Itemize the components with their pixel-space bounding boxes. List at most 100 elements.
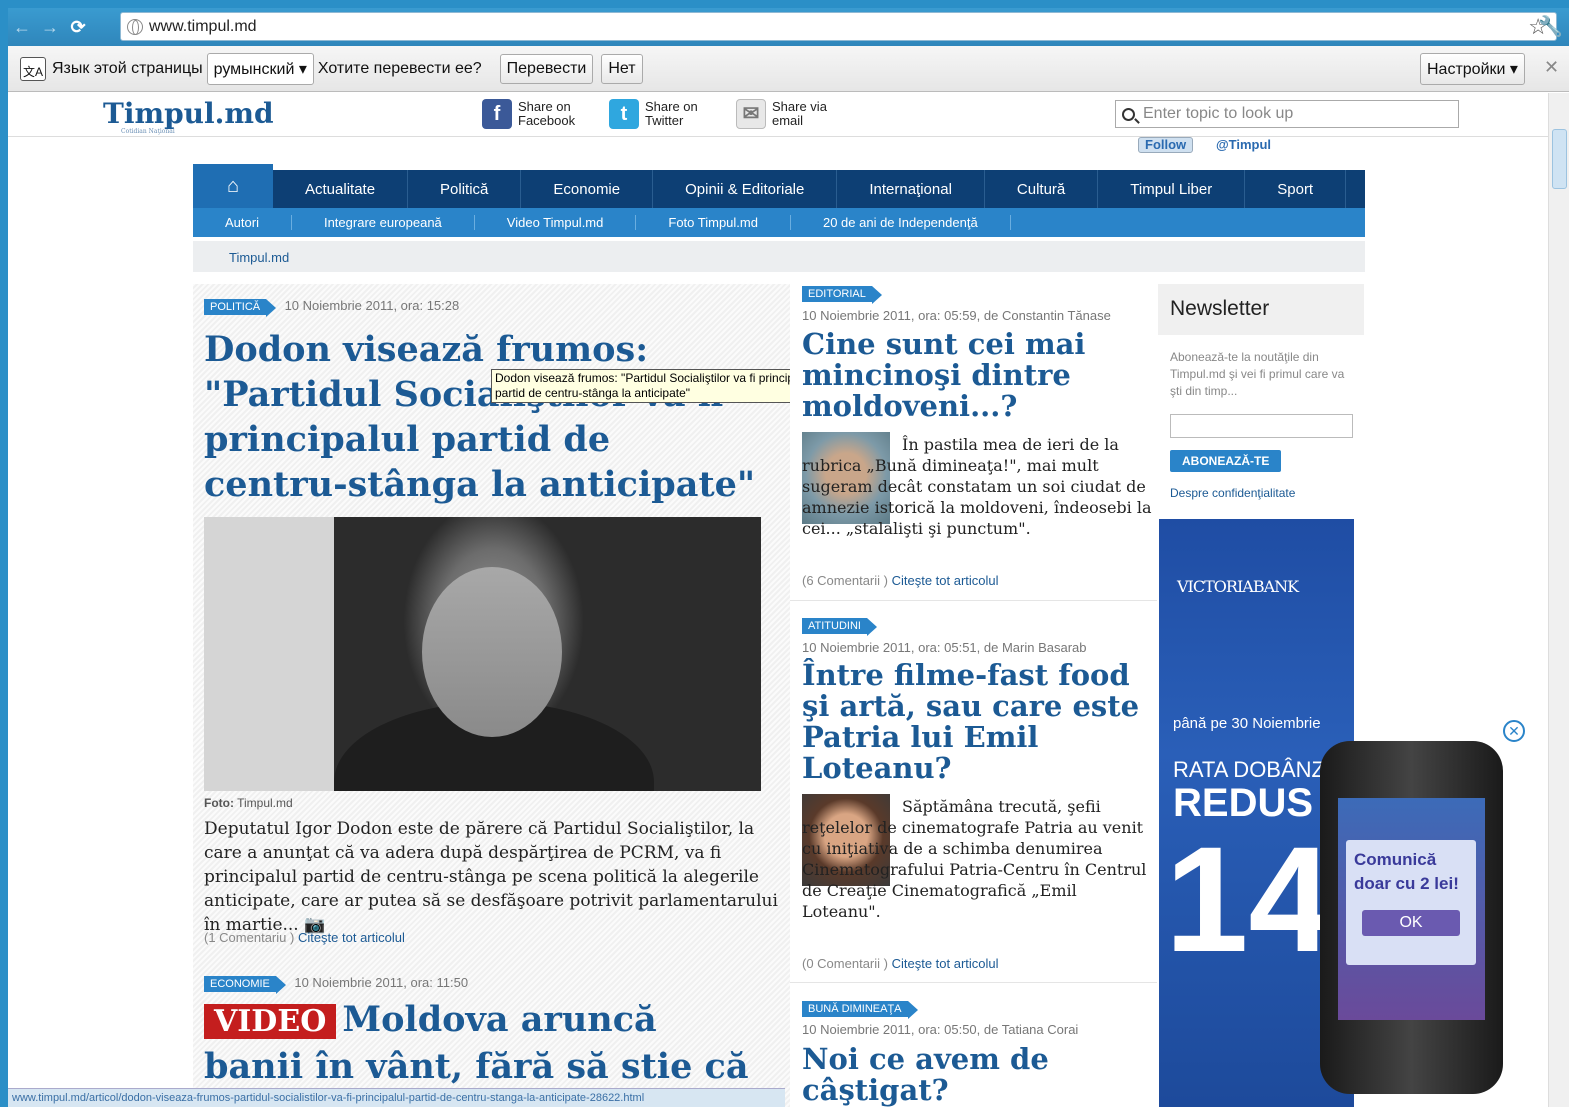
article-title[interactable]: Noi ce avem de câştigat? (802, 1044, 1142, 1106)
article-footer: (6 Comentarii ) Citeşte tot articolul (802, 573, 999, 588)
wrench-icon[interactable]: 🔧 (1538, 14, 1563, 39)
share-email-button[interactable]: ✉ Share via email (736, 99, 827, 129)
middle-column: EDITORIAL 10 Noiembrie 2011, ora: 05:59,… (790, 284, 1157, 1107)
logo-subtitle: Cotidian Naţional (121, 128, 175, 135)
reload-icon[interactable]: ⟳ (64, 13, 92, 41)
close-ad-icon[interactable]: ✕ (1503, 720, 1525, 742)
share-facebook-line2: Facebook (518, 113, 576, 128)
subscribe-button[interactable]: ABONEAZĂ-TE (1170, 450, 1282, 472)
translate-button[interactable]: Перевести (499, 53, 594, 84)
facebook-icon: f (482, 99, 512, 129)
url-input[interactable]: www.timpul.md ☆ (120, 12, 1557, 41)
article-excerpt: Săptămâna trecută, şefii reţelelor de ci… (802, 797, 1147, 921)
read-more-link[interactable]: Citeşte tot articolul (892, 573, 999, 588)
browser-window: ← → ⟳ www.timpul.md ☆ 🔧 文A Язык этой стр… (8, 8, 1569, 1107)
subnav-item-foto[interactable]: Foto Timpul.md (636, 215, 791, 230)
article-photo[interactable] (204, 517, 761, 791)
article-meta: 10 Noiembrie 2011, ora: 05:51, de Marin … (802, 640, 1087, 655)
share-twitter-button[interactable]: t Share on Twitter (609, 99, 698, 129)
comments-count: (0 Comentarii ) (802, 956, 888, 971)
main-nav: ⌂ Actualitate Politică Economie Opinii &… (193, 164, 1365, 208)
phone-screen: Comunică doar cu 2 lei! OK (1338, 798, 1485, 1020)
follow-label: Follow (1145, 137, 1187, 152)
close-icon[interactable]: ✕ (1544, 57, 1559, 78)
share-email-line2: email (772, 113, 804, 128)
category-tag[interactable]: BUNĂ DIMINEAŢA (802, 1001, 917, 1019)
home-icon[interactable]: ⌂ (193, 164, 273, 208)
share-email-line1: Share via (772, 99, 827, 114)
caption-label: Foto: (204, 796, 234, 810)
logo-text: Timpul.md (103, 97, 274, 130)
share-twitter-line2: Twitter (645, 113, 684, 128)
translate-prompt-question: Хотите перевести ее? (317, 59, 482, 77)
newsletter-email-input[interactable] (1170, 414, 1353, 438)
article-date: 10 Noiembrie 2011, ora: 11:50 (294, 975, 469, 990)
read-more-link[interactable]: Citeşte tot articolul (892, 956, 999, 971)
subnav-item-independenta[interactable]: 20 de ani de Independenţă (791, 215, 1011, 230)
ad-brand: VICTORIABANK (1177, 577, 1299, 596)
scroll-thumb[interactable] (1552, 129, 1567, 189)
web-page: Timpul.md Cotidian Naţional f Share on Fa… (8, 93, 1569, 1107)
divider (790, 600, 1157, 601)
article-footer: (0 Comentarii ) Citeşte tot articolul (802, 956, 999, 971)
site-logo[interactable]: Timpul.md Cotidian Naţional (103, 97, 274, 135)
subnav-item-video[interactable]: Video Timpul.md (475, 215, 637, 230)
share-bar: Timpul.md Cotidian Naţional f Share on Fa… (8, 93, 1548, 137)
globe-icon (127, 18, 143, 35)
photo-face (422, 567, 562, 737)
no-translate-button[interactable]: Нет (601, 53, 643, 84)
status-bar-url: www.timpul.md/articol/dodon-viseaza-frum… (8, 1088, 785, 1107)
nav-item-economie[interactable]: Economie (521, 170, 654, 208)
translate-icon: 文A (20, 56, 46, 81)
nav-item-international[interactable]: Internaţional (837, 170, 985, 208)
article-footer: (1 Comentariu ) Citeşte tot articolul (204, 930, 405, 945)
photo-background (204, 517, 334, 791)
divider (790, 982, 1157, 983)
phone-popup: Comunică doar cu 2 lei! OK (1346, 840, 1476, 965)
video-badge: VIDEO (204, 1004, 337, 1039)
ad-line4: 14 (1165, 815, 1332, 983)
forward-icon[interactable]: → (36, 13, 64, 41)
twitter-follow-button[interactable]: Follow (1138, 137, 1194, 153)
search-input[interactable]: Enter topic to look up (1115, 100, 1459, 128)
language-select[interactable]: румынский ▾ (206, 52, 314, 85)
share-facebook-button[interactable]: f Share on Facebook (482, 99, 575, 129)
nav-item-actualitate[interactable]: Actualitate (273, 170, 409, 208)
caption-text: Timpul.md (237, 796, 293, 810)
article-title[interactable]: Cine sunt cei mai mincinoşi dintre moldo… (802, 329, 1142, 422)
comments-count: (6 Comentarii ) (802, 573, 888, 588)
subnav-item-autori[interactable]: Autori (193, 215, 292, 230)
nav-item-sport[interactable]: Sport (1245, 170, 1347, 208)
nav-item-opinii[interactable]: Opinii & Editoriale (653, 170, 838, 208)
photo-caption: Foto: Timpul.md (204, 796, 293, 810)
comments-count: (1 Comentariu ) (204, 930, 295, 945)
newsletter-title: Newsletter (1158, 284, 1364, 335)
category-tag[interactable]: ECONOMIE (204, 976, 286, 994)
nav-item-politica[interactable]: Politică (408, 170, 522, 208)
phone-ad[interactable]: Comunică doar cu 2 lei! OK (1320, 741, 1503, 1094)
category-tag[interactable]: POLITICĂ (204, 299, 277, 317)
article-title[interactable]: Dodon visează frumos: "Partidul Socialiş… (204, 327, 764, 507)
subnav-item-integrare[interactable]: Integrare europeană (292, 215, 475, 230)
article-excerpt: În pastila mea de ieri de la rubrica „Bu… (802, 435, 1152, 538)
share-twitter-line1: Share on (645, 99, 698, 114)
translate-prompt-language: Язык этой страницы (52, 59, 203, 77)
read-more-link[interactable]: Citeşte tot articolul (298, 930, 405, 945)
article-title[interactable]: Între filme-fast food şi artă, sau care … (802, 660, 1147, 784)
translate-settings-button[interactable]: Настройки ▾ (1420, 53, 1525, 85)
nav-item-cultura[interactable]: Cultură (985, 170, 1099, 208)
nav-item-timpul-liber[interactable]: Timpul Liber (1098, 170, 1246, 208)
privacy-link[interactable]: Despre confidenţialitate (1158, 472, 1364, 500)
phone-message: Comunică doar cu 2 lei! (1354, 850, 1459, 893)
search-icon (1122, 107, 1135, 121)
newsletter-text: Abonează-te la noutăţile din Timpul.md ş… (1170, 350, 1345, 398)
article-meta: 10 Noiembrie 2011, ora: 05:50, de Tatian… (802, 1022, 1079, 1037)
breadcrumb-home[interactable]: Timpul.md (229, 250, 289, 265)
email-icon: ✉ (736, 99, 766, 129)
scrollbar[interactable] (1548, 93, 1569, 1107)
back-icon[interactable]: ← (8, 13, 36, 41)
phone-ok-button[interactable]: OK (1362, 910, 1460, 936)
category-tag[interactable]: ATITUDINI (802, 618, 877, 636)
twitter-handle[interactable]: @Timpul (1216, 137, 1271, 152)
category-tag[interactable]: EDITORIAL (802, 286, 882, 304)
